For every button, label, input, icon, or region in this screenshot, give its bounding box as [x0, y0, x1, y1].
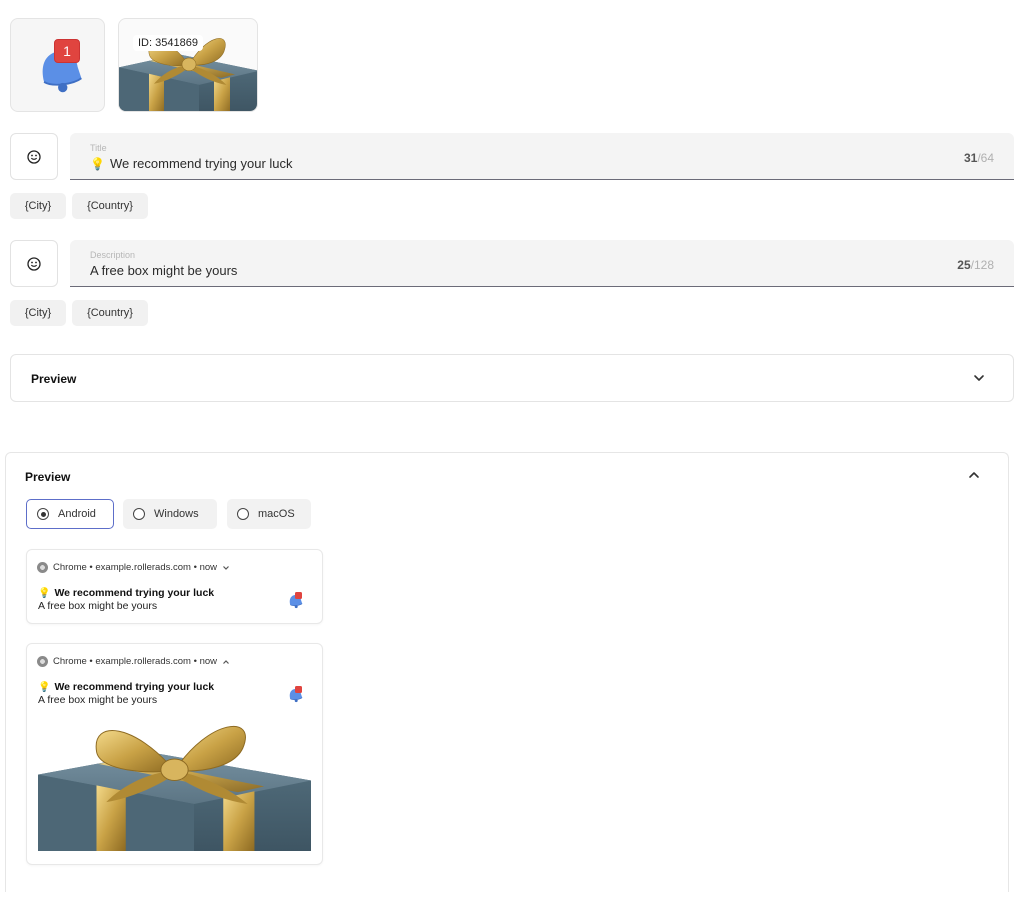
notification-preview-collapsed: Chrome • example.rollerads.com • now 💡 W… — [26, 549, 323, 624]
platform-label: Windows — [154, 508, 199, 520]
platform-radio-android[interactable]: Android — [26, 499, 114, 529]
platform-radio-windows[interactable]: Windows — [123, 499, 217, 529]
notification-title: 💡 We recommend trying your luck — [38, 587, 214, 599]
description-counter: 25/128 — [957, 258, 994, 272]
preview-collapsed-panel[interactable]: Preview — [10, 354, 1014, 402]
description-field-label: Description — [90, 250, 136, 260]
notification-source: Chrome • example.rollerads.com • now — [53, 562, 217, 573]
notification-description: A free box might be yours — [38, 600, 158, 612]
lightbulb-icon: 💡 — [38, 587, 51, 599]
notification-header: Chrome • example.rollerads.com • now — [37, 656, 230, 667]
description-max: /128 — [970, 258, 994, 272]
description-field[interactable]: Description A free box might be yours 25… — [70, 240, 1014, 287]
preview-title: Preview — [31, 372, 77, 386]
notification-badge: 1 — [54, 39, 80, 63]
description-field-value: A free box might be yours — [90, 263, 238, 278]
smiley-icon — [27, 149, 41, 164]
chevron-up-icon[interactable] — [968, 470, 980, 480]
radio-unselected-icon — [237, 508, 249, 520]
radio-selected-icon — [37, 508, 49, 520]
lightbulb-icon: 💡 — [90, 156, 105, 171]
image-id-label: ID: 3541869 — [133, 35, 203, 51]
notification-image-tile[interactable]: ID: 3541869 — [118, 18, 258, 112]
gift-box-icon — [38, 714, 311, 851]
chip-city[interactable]: {City} — [10, 300, 66, 326]
platform-radio-macos[interactable]: macOS — [227, 499, 311, 529]
chrome-icon — [37, 656, 48, 667]
title-count: 31 — [963, 151, 978, 165]
title-field-label: Title — [90, 143, 107, 153]
chip-country[interactable]: {Country} — [72, 300, 148, 326]
description-count: 25 — [957, 258, 971, 272]
lightbulb-icon: 💡 — [38, 681, 51, 693]
chip-country[interactable]: {Country} — [72, 193, 148, 219]
title-counter: 31/64 — [964, 151, 994, 165]
title-field[interactable]: Title 💡 We recommend trying your luck 31… — [70, 133, 1014, 180]
notification-title: 💡 We recommend trying your luck — [38, 681, 214, 693]
smiley-icon — [27, 256, 41, 271]
notification-title-text: We recommend trying your luck — [54, 681, 215, 693]
notification-icon-tile[interactable]: 1 — [10, 18, 105, 112]
notification-preview-expanded: Chrome • example.rollerads.com • now 💡 W… — [26, 643, 323, 865]
preview-title: Preview — [25, 470, 71, 484]
platform-label: macOS — [258, 508, 295, 520]
notification-title-text: We recommend trying your luck — [54, 587, 215, 599]
chevron-down-icon[interactable] — [973, 373, 985, 383]
chevron-down-icon[interactable] — [222, 565, 230, 571]
bell-icon — [289, 592, 303, 609]
notification-source: Chrome • example.rollerads.com • now — [53, 656, 217, 667]
bell-icon — [289, 686, 303, 703]
title-text: We recommend trying your luck — [109, 156, 293, 171]
radio-unselected-icon — [133, 508, 145, 520]
notification-description: A free box might be yours — [38, 694, 158, 706]
title-emoji-button[interactable] — [10, 133, 58, 180]
platform-label: Android — [58, 508, 96, 520]
chevron-up-icon[interactable] — [222, 659, 230, 665]
description-emoji-button[interactable] — [10, 240, 58, 287]
title-max: /64 — [977, 151, 994, 165]
notification-header: Chrome • example.rollerads.com • now — [37, 562, 230, 573]
chip-city[interactable]: {City} — [10, 193, 66, 219]
chrome-icon — [37, 562, 48, 573]
title-field-value: 💡 We recommend trying your luck — [90, 156, 293, 171]
